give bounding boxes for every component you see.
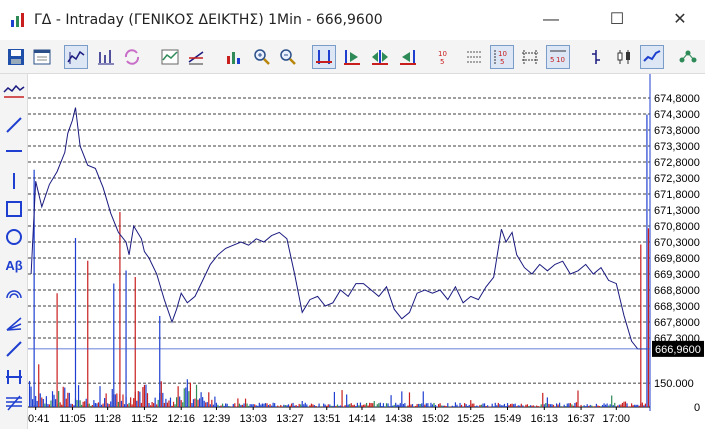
x-tick-label: 14:14 <box>348 413 376 425</box>
ticks-grid-icon[interactable] <box>518 45 542 69</box>
svg-text:10: 10 <box>556 56 565 64</box>
y-tick-label: 668,3000 <box>654 301 700 313</box>
x-tick-label: 13:27 <box>276 413 304 425</box>
indicator-icon[interactable] <box>158 45 182 69</box>
line-chart-icon[interactable] <box>64 45 88 69</box>
y-tick-label: 670,8000 <box>654 221 700 233</box>
y-tick-label: 673,3000 <box>654 141 700 153</box>
y-tick-label: 673,8000 <box>654 125 700 137</box>
y-tick-label: 669,8000 <box>654 253 700 265</box>
grid-lines-icon[interactable] <box>462 45 486 69</box>
x-tick-label: 11:28 <box>94 413 121 425</box>
ellipse-icon[interactable] <box>2 224 26 250</box>
text-tool-icon[interactable]: Aβ <box>2 252 26 278</box>
horizontal-line-icon[interactable] <box>2 138 26 164</box>
bar-chart-icon[interactable] <box>94 45 118 69</box>
current-value-label: 666,9600 <box>655 344 701 356</box>
x-tick-label: 13:03 <box>239 413 267 425</box>
x-tick-label: 14:38 <box>385 413 413 425</box>
y-tick-label: 670,3000 <box>654 237 700 249</box>
volume-icon[interactable] <box>222 45 246 69</box>
title-bar: ΓΔ - Intraday (ΓΕΝΙΚΟΣ ΔΕΙΚΤΗΣ) 1Min - 6… <box>0 0 705 40</box>
x-tick-label: 13:51 <box>313 413 341 425</box>
svg-text:5: 5 <box>550 56 554 64</box>
app-chart-icon <box>11 13 24 27</box>
y-tick-label: 667,8000 <box>654 317 700 329</box>
x-tick-label: 12:16 <box>167 413 195 425</box>
svg-text:10: 10 <box>438 50 447 58</box>
ticks-10-5-alt-icon[interactable]: 10 5 <box>490 45 514 69</box>
y-tick-label: 669,3000 <box>654 269 700 281</box>
x-tick-label: 16:37 <box>567 413 595 425</box>
scroll-both-icon[interactable] <box>368 45 392 69</box>
rectangle-icon[interactable] <box>2 196 26 222</box>
drawing-tools-sidebar: Aβ <box>0 74 28 429</box>
save-icon[interactable] <box>4 45 28 69</box>
main-toolbar: 10 5 10 5 5 10 <box>0 40 705 74</box>
x-tick-label: 15:02 <box>422 413 450 425</box>
fit-icon[interactable] <box>312 45 336 69</box>
x-tick-label: 15:49 <box>494 413 522 425</box>
zoom-in-icon[interactable] <box>250 45 274 69</box>
close-button[interactable]: ✕ <box>657 0 703 40</box>
chart-canvas[interactable]: 674,8000 674,3000 673,8000 673,3000 672,8000… <box>28 74 705 429</box>
svg-text:5: 5 <box>500 58 504 66</box>
x-tick-label: 10:41 <box>28 413 49 425</box>
x-tick-label: 11:05 <box>59 413 86 425</box>
x-tick-label: 12:39 <box>203 413 231 425</box>
refresh-icon[interactable] <box>120 45 144 69</box>
trendline-icon[interactable] <box>2 112 26 138</box>
x-tick-label: 15:25 <box>457 413 485 425</box>
x-tick-label: 16:13 <box>531 413 559 425</box>
y-tick-label: 671,8000 <box>654 189 700 201</box>
fan-icon[interactable] <box>2 310 26 336</box>
scroll-left-icon[interactable] <box>396 45 420 69</box>
arc-icon[interactable] <box>2 280 26 306</box>
window-title: ΓΔ - Intraday (ΓΕΝΙΚΟΣ ΔΕΙΚΤΗΣ) 1Min - 6… <box>34 12 383 28</box>
minimize-button[interactable]: — <box>528 0 574 40</box>
fibonacci-icon[interactable] <box>2 390 26 416</box>
candle-style-icon[interactable] <box>612 45 636 69</box>
intraday-chart[interactable]: 674,8000 674,3000 673,8000 673,3000 672,8000… <box>28 74 705 429</box>
svg-text:5: 5 <box>440 58 444 66</box>
y-tick-label: 668,8000 <box>654 285 700 297</box>
y-tick-label: 672,8000 <box>654 157 700 169</box>
line-style-icon[interactable] <box>640 45 664 69</box>
x-tick-label: 11:52 <box>131 413 158 425</box>
chart-type-icon[interactable] <box>2 78 26 104</box>
ticks-5-10-icon[interactable]: 5 10 <box>546 45 570 69</box>
x-tick-label: 17:00 <box>603 413 631 425</box>
maximize-button[interactable]: ☐ <box>594 0 640 40</box>
y-tick-label: 672,3000 <box>654 173 700 185</box>
scroll-right-icon[interactable] <box>340 45 364 69</box>
y-tick-label: 674,3000 <box>654 109 700 121</box>
bar-style-icon[interactable] <box>584 45 608 69</box>
network-icon[interactable] <box>676 45 700 69</box>
zoom-out-icon[interactable] <box>276 45 300 69</box>
volume-tick-label: 150.000 <box>654 378 694 390</box>
study-icon[interactable] <box>184 45 208 69</box>
price-line <box>30 107 647 350</box>
properties-icon[interactable] <box>30 45 54 69</box>
y-tick-label: 671,3000 <box>654 205 700 217</box>
vertical-line-icon[interactable] <box>2 168 26 194</box>
ticks-10-5-icon[interactable]: 10 5 <box>432 45 456 69</box>
svg-text:10: 10 <box>498 50 507 58</box>
cross-icon[interactable] <box>2 364 26 390</box>
volume-zero-label: 0 <box>694 402 700 414</box>
y-tick-label: 674,8000 <box>654 93 700 105</box>
line-tool-icon[interactable] <box>2 336 26 362</box>
